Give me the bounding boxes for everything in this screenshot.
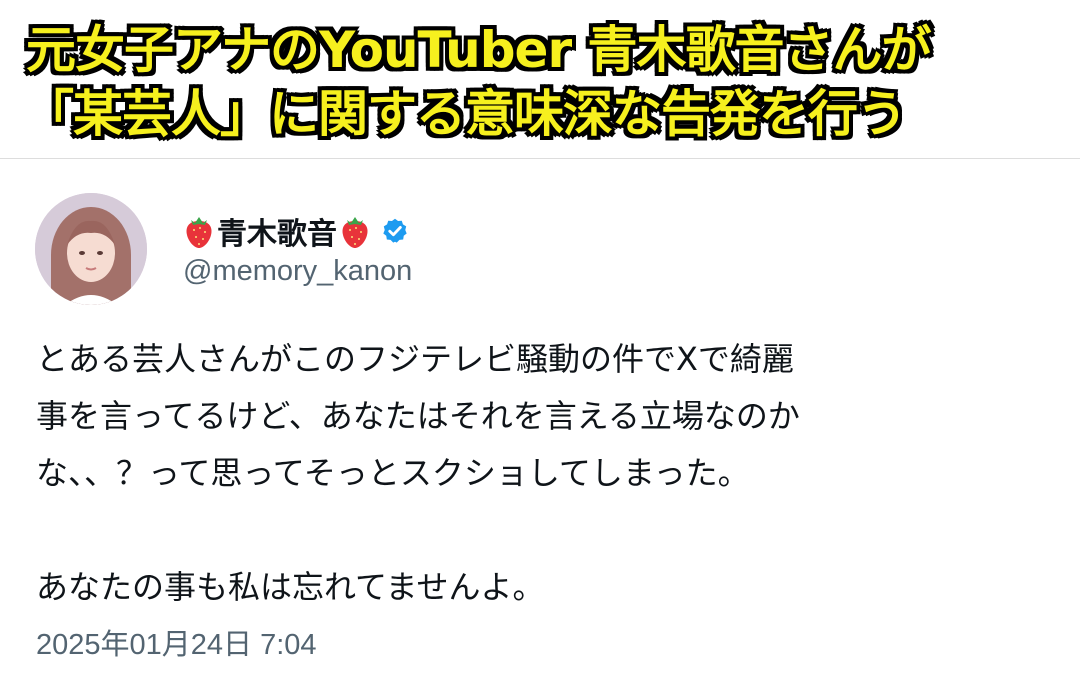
avatar-image <box>35 193 147 305</box>
tweet-body-line: 事を言ってるけど、あなたはそれを言える立場なのか <box>36 397 800 435</box>
tweet-body-line: とある芸人さんがこのフジテレビ騒動の件でXで綺麗 <box>36 340 794 378</box>
tweet-body-line: な、、？って思ってそっとスクショしてしまった。 <box>36 454 750 492</box>
strawberry-icon <box>186 217 212 248</box>
headline-banner: 元女子アナのYouTuber 青木歌音さんが 「某芸人」に関する意味深な告発を行… <box>0 0 1080 158</box>
tweet-timestamp[interactable]: 2025年01月24日 7:04 <box>36 621 317 663</box>
display-name: 青木歌音 <box>217 217 337 252</box>
headline-line-2: 「某芸人」に関する意味深な告発を行う <box>24 85 907 143</box>
strawberry-icon <box>342 217 368 248</box>
tweet-body-line: あなたの事も私は忘れてませんよ。 <box>36 568 545 606</box>
display-name-row[interactable]: 青木歌音 <box>183 211 409 252</box>
tweet-card[interactable]: 青木歌音 @memory_kanon とある芸人さんがこのフジテレビ騒動の件でX… <box>0 159 1080 682</box>
verified-badge-icon <box>383 218 407 243</box>
author-handle[interactable]: @memory_kanon <box>183 255 412 288</box>
avatar[interactable] <box>35 193 147 305</box>
headline-line-1: 元女子アナのYouTuber 青木歌音さんが <box>26 21 932 79</box>
tweet-body: とある芸人さんがこのフジテレビ騒動の件でXで綺麗 事を言ってるけど、あなたはそれ… <box>36 331 1046 616</box>
